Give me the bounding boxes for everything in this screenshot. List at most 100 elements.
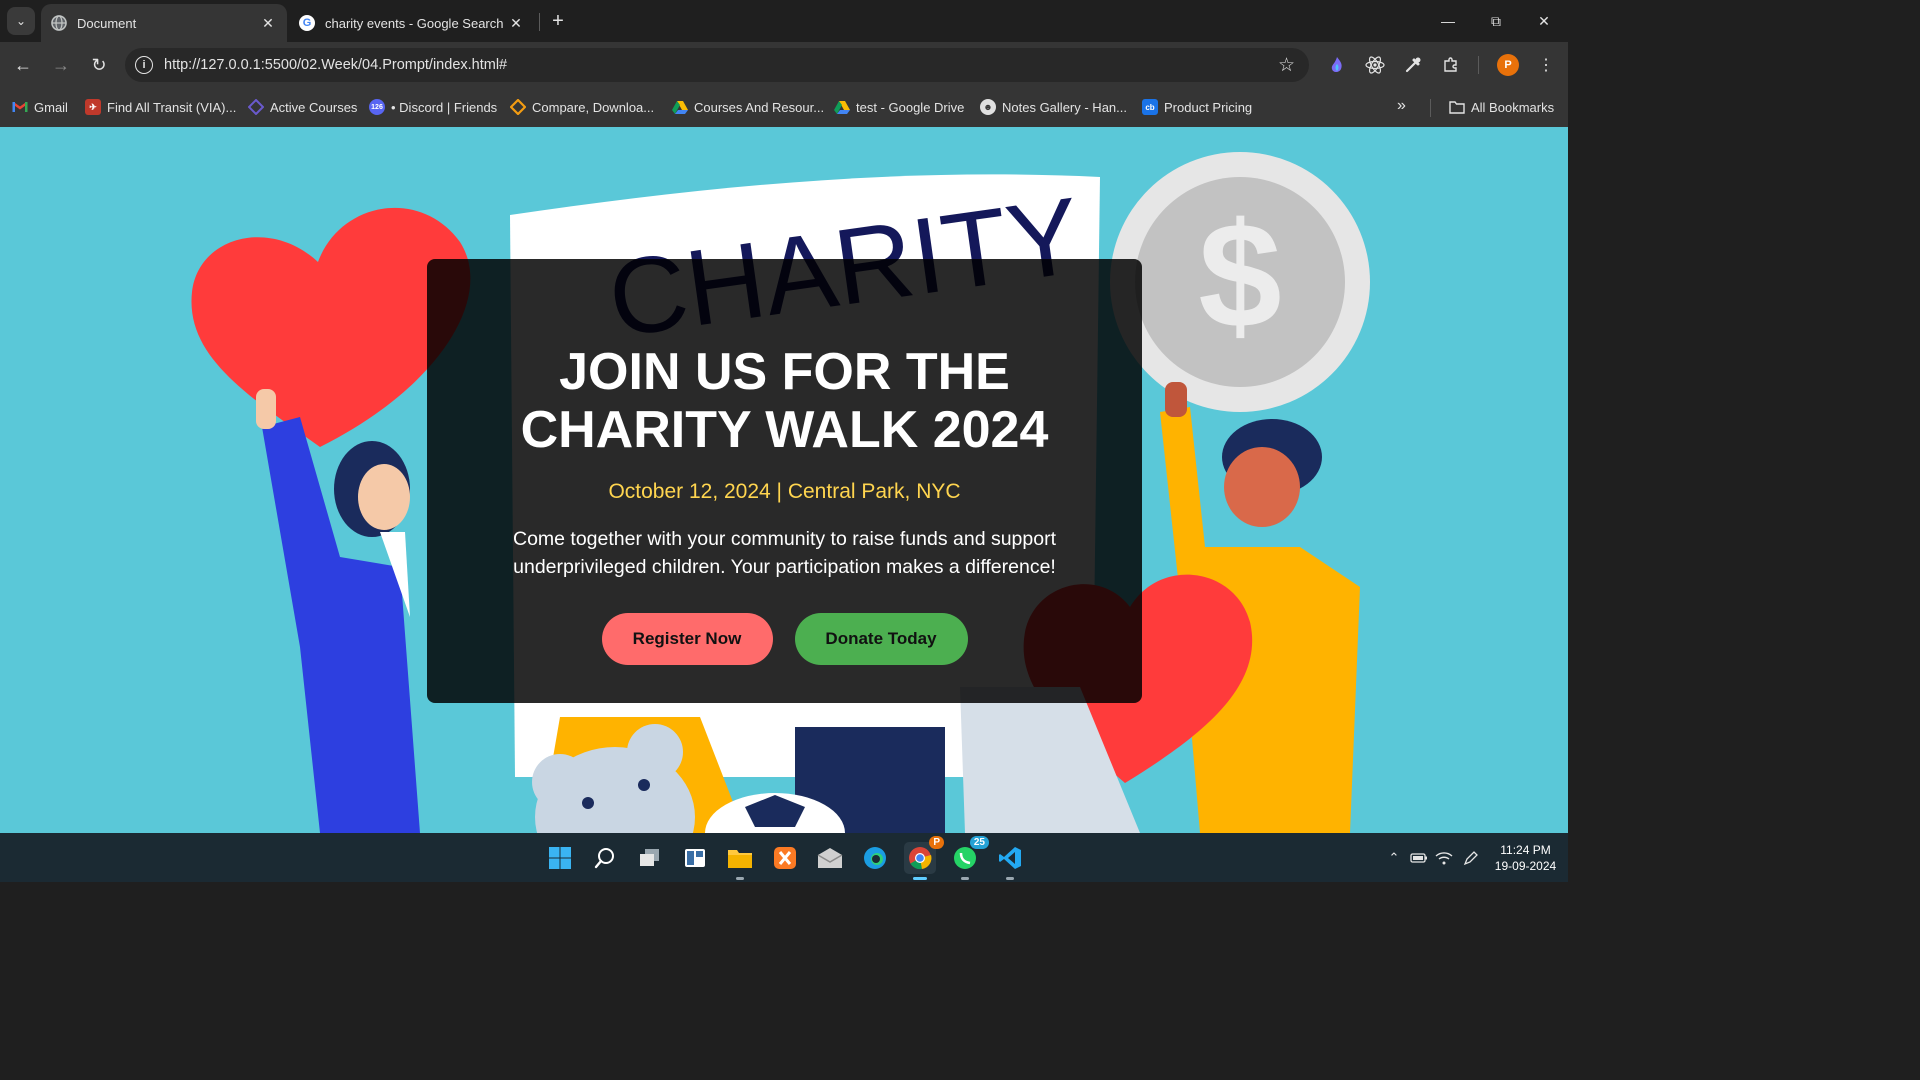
whatsapp-badge: 25 bbox=[969, 836, 989, 849]
widgets-icon[interactable] bbox=[679, 842, 711, 874]
minimize-button[interactable]: — bbox=[1435, 8, 1461, 34]
bookmark-courses-resources[interactable]: Courses And Resour... bbox=[672, 97, 824, 117]
transit-icon: ✈ bbox=[85, 99, 101, 115]
teddy-eye-right bbox=[638, 779, 650, 791]
browser-toolbar: ← → ↻ i http://127.0.0.1:5500/02.Week/04… bbox=[0, 42, 1568, 88]
system-clock[interactable]: 11:24 PM 19-09-2024 bbox=[1488, 842, 1563, 874]
hero-title: JOIN US FOR THE CHARITY WALK 2024 bbox=[520, 343, 1049, 459]
pen-icon[interactable] bbox=[1462, 849, 1480, 867]
windows-taskbar: P 25 ⌃ 11:24 PM 19-09-2024 bbox=[0, 833, 1568, 882]
battery-icon[interactable] bbox=[1410, 849, 1428, 867]
menu-kebab-icon[interactable]: ⋮ bbox=[1535, 54, 1557, 76]
hero-section: CHARITY $ JOIN US FOR THE CHAR bbox=[0, 127, 1568, 833]
bookmark-label: Notes Gallery - Han... bbox=[1002, 99, 1127, 115]
file-explorer-icon[interactable] bbox=[724, 842, 756, 880]
bookmarks-divider bbox=[1430, 99, 1431, 117]
compare-icon bbox=[510, 99, 526, 115]
bookmark-label: Product Pricing bbox=[1164, 99, 1253, 115]
minimize-icon: — bbox=[1441, 13, 1455, 29]
close-icon: ✕ bbox=[1538, 12, 1550, 29]
tab-document[interactable]: Document ✕ bbox=[41, 4, 287, 42]
bookmark-label: All Bookmarks bbox=[1471, 99, 1555, 115]
tab-google-search[interactable]: G charity events - Google Search ✕ bbox=[289, 4, 535, 42]
chrome-profile-badge: P bbox=[929, 836, 944, 849]
more-bookmarks-chevron-icon[interactable]: » bbox=[1397, 97, 1406, 115]
search-icon[interactable] bbox=[589, 842, 621, 874]
bookmark-label: • Discord | Friends bbox=[391, 99, 498, 115]
tray-chevron-up-icon[interactable]: ⌃ bbox=[1385, 849, 1403, 867]
notes-icon: ☻ bbox=[980, 99, 996, 115]
bookmark-active-courses[interactable]: Active Courses bbox=[248, 97, 357, 117]
reload-button[interactable]: ↻ bbox=[86, 52, 112, 78]
courses-icon bbox=[248, 99, 264, 115]
donate-button[interactable]: Donate Today bbox=[794, 613, 968, 665]
google-drive-icon bbox=[834, 99, 850, 115]
chrome-icon[interactable]: P bbox=[904, 836, 944, 880]
bookmark-notes-gallery[interactable]: ☻ Notes Gallery - Han... bbox=[980, 97, 1127, 117]
restore-button[interactable]: ⧉ bbox=[1483, 8, 1509, 34]
bookmark-compare[interactable]: Compare, Downloa... bbox=[510, 97, 654, 117]
chevron-down-icon: ⌄ bbox=[15, 14, 27, 28]
person-left-face bbox=[358, 464, 410, 530]
clock-date: 19-09-2024 bbox=[1494, 859, 1557, 873]
tab-strip: ⌄ Document ✕ G charity events - Google S… bbox=[0, 0, 1568, 42]
bookmark-discord[interactable]: 126 • Discord | Friends bbox=[369, 97, 497, 117]
close-window-button[interactable]: ✕ bbox=[1531, 8, 1557, 34]
person-right-face bbox=[1224, 447, 1300, 527]
bookmark-label: Active Courses bbox=[270, 99, 358, 115]
hero-card: JOIN US FOR THE CHARITY WALK 2024 Octobe… bbox=[427, 259, 1142, 703]
xampp-icon[interactable] bbox=[769, 842, 801, 874]
arrow-right-icon: → bbox=[52, 54, 70, 75]
extension-flame-icon[interactable] bbox=[1326, 54, 1348, 76]
tab-title: charity events - Google Search bbox=[325, 15, 504, 31]
bookmark-star-icon[interactable]: ☆ bbox=[1278, 54, 1295, 77]
globe-icon bbox=[51, 15, 67, 31]
event-description: Come together with your community to rai… bbox=[512, 528, 1057, 578]
edge-icon[interactable] bbox=[859, 842, 891, 874]
new-tab-button[interactable]: + bbox=[546, 9, 570, 33]
site-info-icon[interactable]: i bbox=[135, 56, 153, 74]
bookmark-label: Courses And Resour... bbox=[694, 99, 825, 115]
teddy-eye-left bbox=[582, 797, 594, 809]
address-url[interactable]: http://127.0.0.1:5500/02.Week/04.Prompt/… bbox=[164, 57, 1278, 73]
address-bar[interactable]: i http://127.0.0.1:5500/02.Week/04.Promp… bbox=[125, 48, 1309, 82]
vscode-icon[interactable] bbox=[994, 842, 1026, 880]
whatsapp-icon[interactable]: 25 bbox=[949, 836, 989, 880]
back-button[interactable]: ← bbox=[10, 52, 36, 78]
bookmark-label: Compare, Downloa... bbox=[532, 99, 655, 115]
bookmark-label: Gmail bbox=[34, 99, 68, 115]
running-indicator bbox=[1006, 877, 1014, 880]
cb-icon: cb bbox=[1142, 99, 1158, 115]
close-tab-icon[interactable]: ✕ bbox=[259, 14, 277, 32]
bookmark-transit[interactable]: ✈ Find All Transit (VIA)... bbox=[85, 97, 236, 117]
event-date-location: October 12, 2024 | Central Park, NYC bbox=[608, 480, 961, 503]
eyedropper-icon[interactable] bbox=[1402, 54, 1424, 76]
close-tab-icon[interactable]: ✕ bbox=[507, 14, 525, 32]
wifi-icon[interactable] bbox=[1435, 849, 1453, 867]
register-button[interactable]: Register Now bbox=[601, 613, 773, 665]
gmail-icon bbox=[12, 99, 28, 115]
mail-icon[interactable] bbox=[814, 842, 846, 874]
google-drive-icon bbox=[672, 99, 688, 115]
person-right-hand bbox=[1165, 382, 1187, 417]
reload-icon: ↻ bbox=[91, 54, 107, 75]
plus-icon: + bbox=[552, 9, 564, 32]
bookmark-product-pricing[interactable]: cb Product Pricing bbox=[1142, 97, 1252, 117]
tab-search-button[interactable]: ⌄ bbox=[7, 7, 35, 35]
dollar-glyph: $ bbox=[1198, 191, 1281, 359]
discord-icon: 126 bbox=[369, 99, 385, 115]
task-view-icon[interactable] bbox=[634, 842, 666, 874]
person-left-hand bbox=[256, 389, 276, 429]
bookmarks-bar: Gmail ✈ Find All Transit (VIA)... Active… bbox=[0, 88, 1568, 127]
forward-button[interactable]: → bbox=[48, 52, 74, 78]
all-bookmarks-button[interactable]: All Bookmarks bbox=[1449, 97, 1554, 117]
cta-row: Register Now Donate Today bbox=[601, 613, 968, 665]
bookmark-test-drive[interactable]: test - Google Drive bbox=[834, 97, 964, 117]
bookmark-label: test - Google Drive bbox=[856, 99, 965, 115]
react-devtools-icon[interactable] bbox=[1364, 54, 1386, 76]
profile-avatar[interactable]: P bbox=[1497, 54, 1519, 76]
extensions-puzzle-icon[interactable] bbox=[1440, 54, 1462, 76]
windows-start-icon[interactable] bbox=[544, 842, 576, 874]
toolbar-divider bbox=[1478, 56, 1479, 74]
bookmark-gmail[interactable]: Gmail bbox=[12, 97, 68, 117]
